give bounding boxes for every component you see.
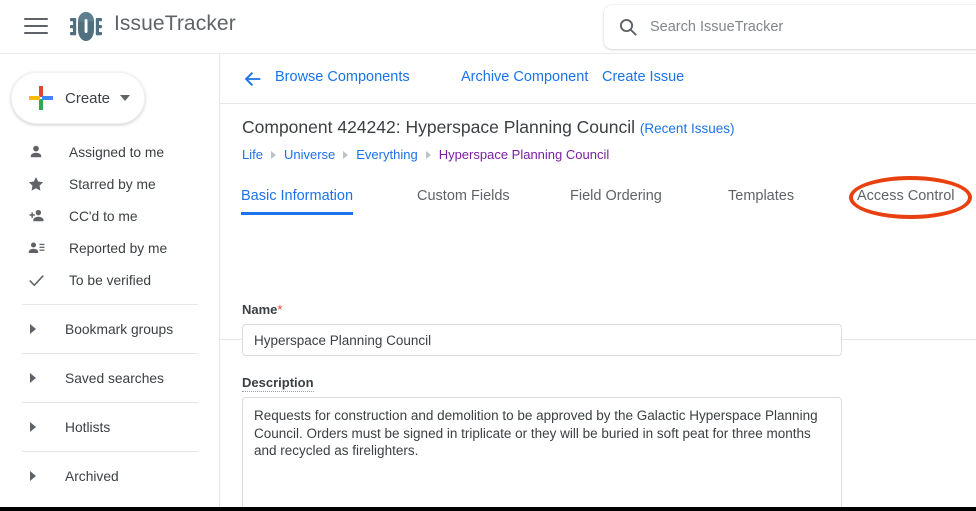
triangle-right-icon — [30, 422, 36, 432]
sidebar-group-saved-searches[interactable]: Saved searches — [0, 362, 219, 394]
sidebar-group-label: Archived — [65, 468, 119, 484]
main-content: Browse Components Archive Component Crea… — [220, 54, 976, 511]
sidebar-item-label: To be verified — [69, 272, 152, 288]
browse-components-link[interactable]: Browse Components — [275, 69, 410, 85]
description-field-label: Description — [242, 375, 314, 392]
sidebar-item-label: Reported by me — [69, 240, 168, 256]
sidebar-divider — [22, 353, 198, 354]
sidebar-nav: Assigned to me Starred by me CC'd to me … — [0, 136, 219, 492]
tab-templates[interactable]: Templates — [728, 188, 794, 215]
name-input[interactable] — [242, 324, 842, 356]
person-add-icon — [26, 206, 46, 226]
chevron-down-icon[interactable] — [120, 95, 130, 101]
sidebar-item-starred-by-me[interactable]: Starred by me — [0, 168, 219, 200]
tab-active-underline — [241, 212, 354, 215]
sidebar-divider — [22, 402, 198, 403]
create-button-label: Create — [65, 89, 111, 107]
breadcrumb-separator-icon — [343, 150, 349, 159]
sidebar-divider — [22, 304, 198, 305]
top-bar: IssueTracker — [0, 0, 976, 54]
breadcrumb-separator-icon — [425, 150, 431, 159]
page-title-text: Component 424242: Hyperspace Planning Co… — [242, 117, 636, 137]
sidebar-item-reported-by-me[interactable]: Reported by me — [0, 232, 219, 264]
breadcrumb: Life Universe Everything Hyperspace Plan… — [242, 147, 609, 162]
tab-label: Access Control — [857, 188, 955, 204]
breadcrumb-item-life[interactable]: Life — [242, 147, 263, 162]
hamburger-menu-icon[interactable] — [24, 18, 48, 36]
sidebar-item-label: CC'd to me — [69, 208, 138, 224]
tab-access-control[interactable]: Access Control — [857, 188, 955, 215]
tab-custom-fields[interactable]: Custom Fields — [417, 188, 510, 215]
name-field-label: Name* — [242, 302, 282, 317]
action-bar-divider — [220, 103, 976, 104]
check-icon — [26, 270, 46, 290]
breadcrumb-separator-icon — [270, 150, 276, 159]
person-icon — [26, 142, 46, 162]
sidebar-group-label: Saved searches — [65, 370, 164, 386]
hamburger-line — [24, 32, 48, 34]
sidebar-group-bookmark-groups[interactable]: Bookmark groups — [0, 313, 219, 345]
tab-label: Templates — [728, 188, 795, 204]
tab-label: Custom Fields — [417, 188, 510, 204]
archive-component-link[interactable]: Archive Component — [461, 69, 588, 85]
triangle-right-icon — [30, 471, 36, 481]
person-list-icon — [26, 238, 46, 258]
create-issue-link[interactable]: Create Issue — [602, 69, 684, 85]
sidebar-item-assigned-to-me[interactable]: Assigned to me — [0, 136, 219, 168]
search-bar[interactable] — [604, 5, 976, 49]
sidebar-divider — [22, 451, 198, 452]
tab-bar: Basic Information Custom Fields Field Or… — [220, 176, 976, 340]
star-icon — [26, 174, 46, 194]
hamburger-line — [24, 25, 48, 27]
search-icon — [619, 18, 637, 36]
create-button[interactable]: Create — [11, 72, 145, 124]
sidebar-group-label: Hotlists — [65, 419, 111, 435]
hamburger-line — [24, 18, 48, 20]
sidebar: Create Assigned to me Starred by me CC'd… — [0, 54, 219, 507]
sidebar-item-ccd-to-me[interactable]: CC'd to me — [0, 200, 219, 232]
app-root: IssueTracker Create — [0, 0, 976, 511]
triangle-right-icon — [30, 324, 36, 334]
google-plus-icon — [28, 85, 54, 111]
sidebar-group-archived[interactable]: Archived — [0, 460, 219, 492]
description-textarea[interactable]: Requests for construction and demolition… — [242, 397, 842, 511]
search-input[interactable] — [648, 5, 976, 49]
triangle-right-icon — [30, 373, 36, 383]
breadcrumb-item-everything[interactable]: Everything — [356, 147, 417, 162]
sidebar-item-label: Starred by me — [69, 176, 156, 192]
tab-basic-information[interactable]: Basic Information — [241, 188, 354, 215]
breadcrumb-item-hyperspace-planning-council[interactable]: Hyperspace Planning Council — [439, 147, 610, 162]
tab-label: Basic Information — [241, 188, 354, 204]
page-title: Component 424242: Hyperspace Planning Co… — [242, 117, 734, 138]
sidebar-group-label: Bookmark groups — [65, 321, 174, 337]
action-bar: Browse Components Archive Component Crea… — [220, 54, 976, 104]
brand-title: IssueTracker — [114, 12, 236, 35]
required-marker: * — [277, 302, 283, 317]
tab-field-ordering[interactable]: Field Ordering — [570, 188, 662, 215]
breadcrumb-item-universe[interactable]: Universe — [284, 147, 335, 162]
recent-issues-link[interactable]: (Recent Issues) — [640, 121, 735, 136]
sidebar-item-label: Assigned to me — [69, 144, 165, 160]
bottom-edge-bar — [0, 507, 976, 511]
sidebar-item-to-be-verified[interactable]: To be verified — [0, 264, 219, 296]
sidebar-group-hotlists[interactable]: Hotlists — [0, 411, 219, 443]
back-arrow-icon[interactable] — [242, 68, 264, 90]
tab-label: Field Ordering — [570, 188, 662, 204]
name-label-text: Name — [242, 302, 278, 317]
bug-logo-icon[interactable] — [68, 9, 104, 45]
